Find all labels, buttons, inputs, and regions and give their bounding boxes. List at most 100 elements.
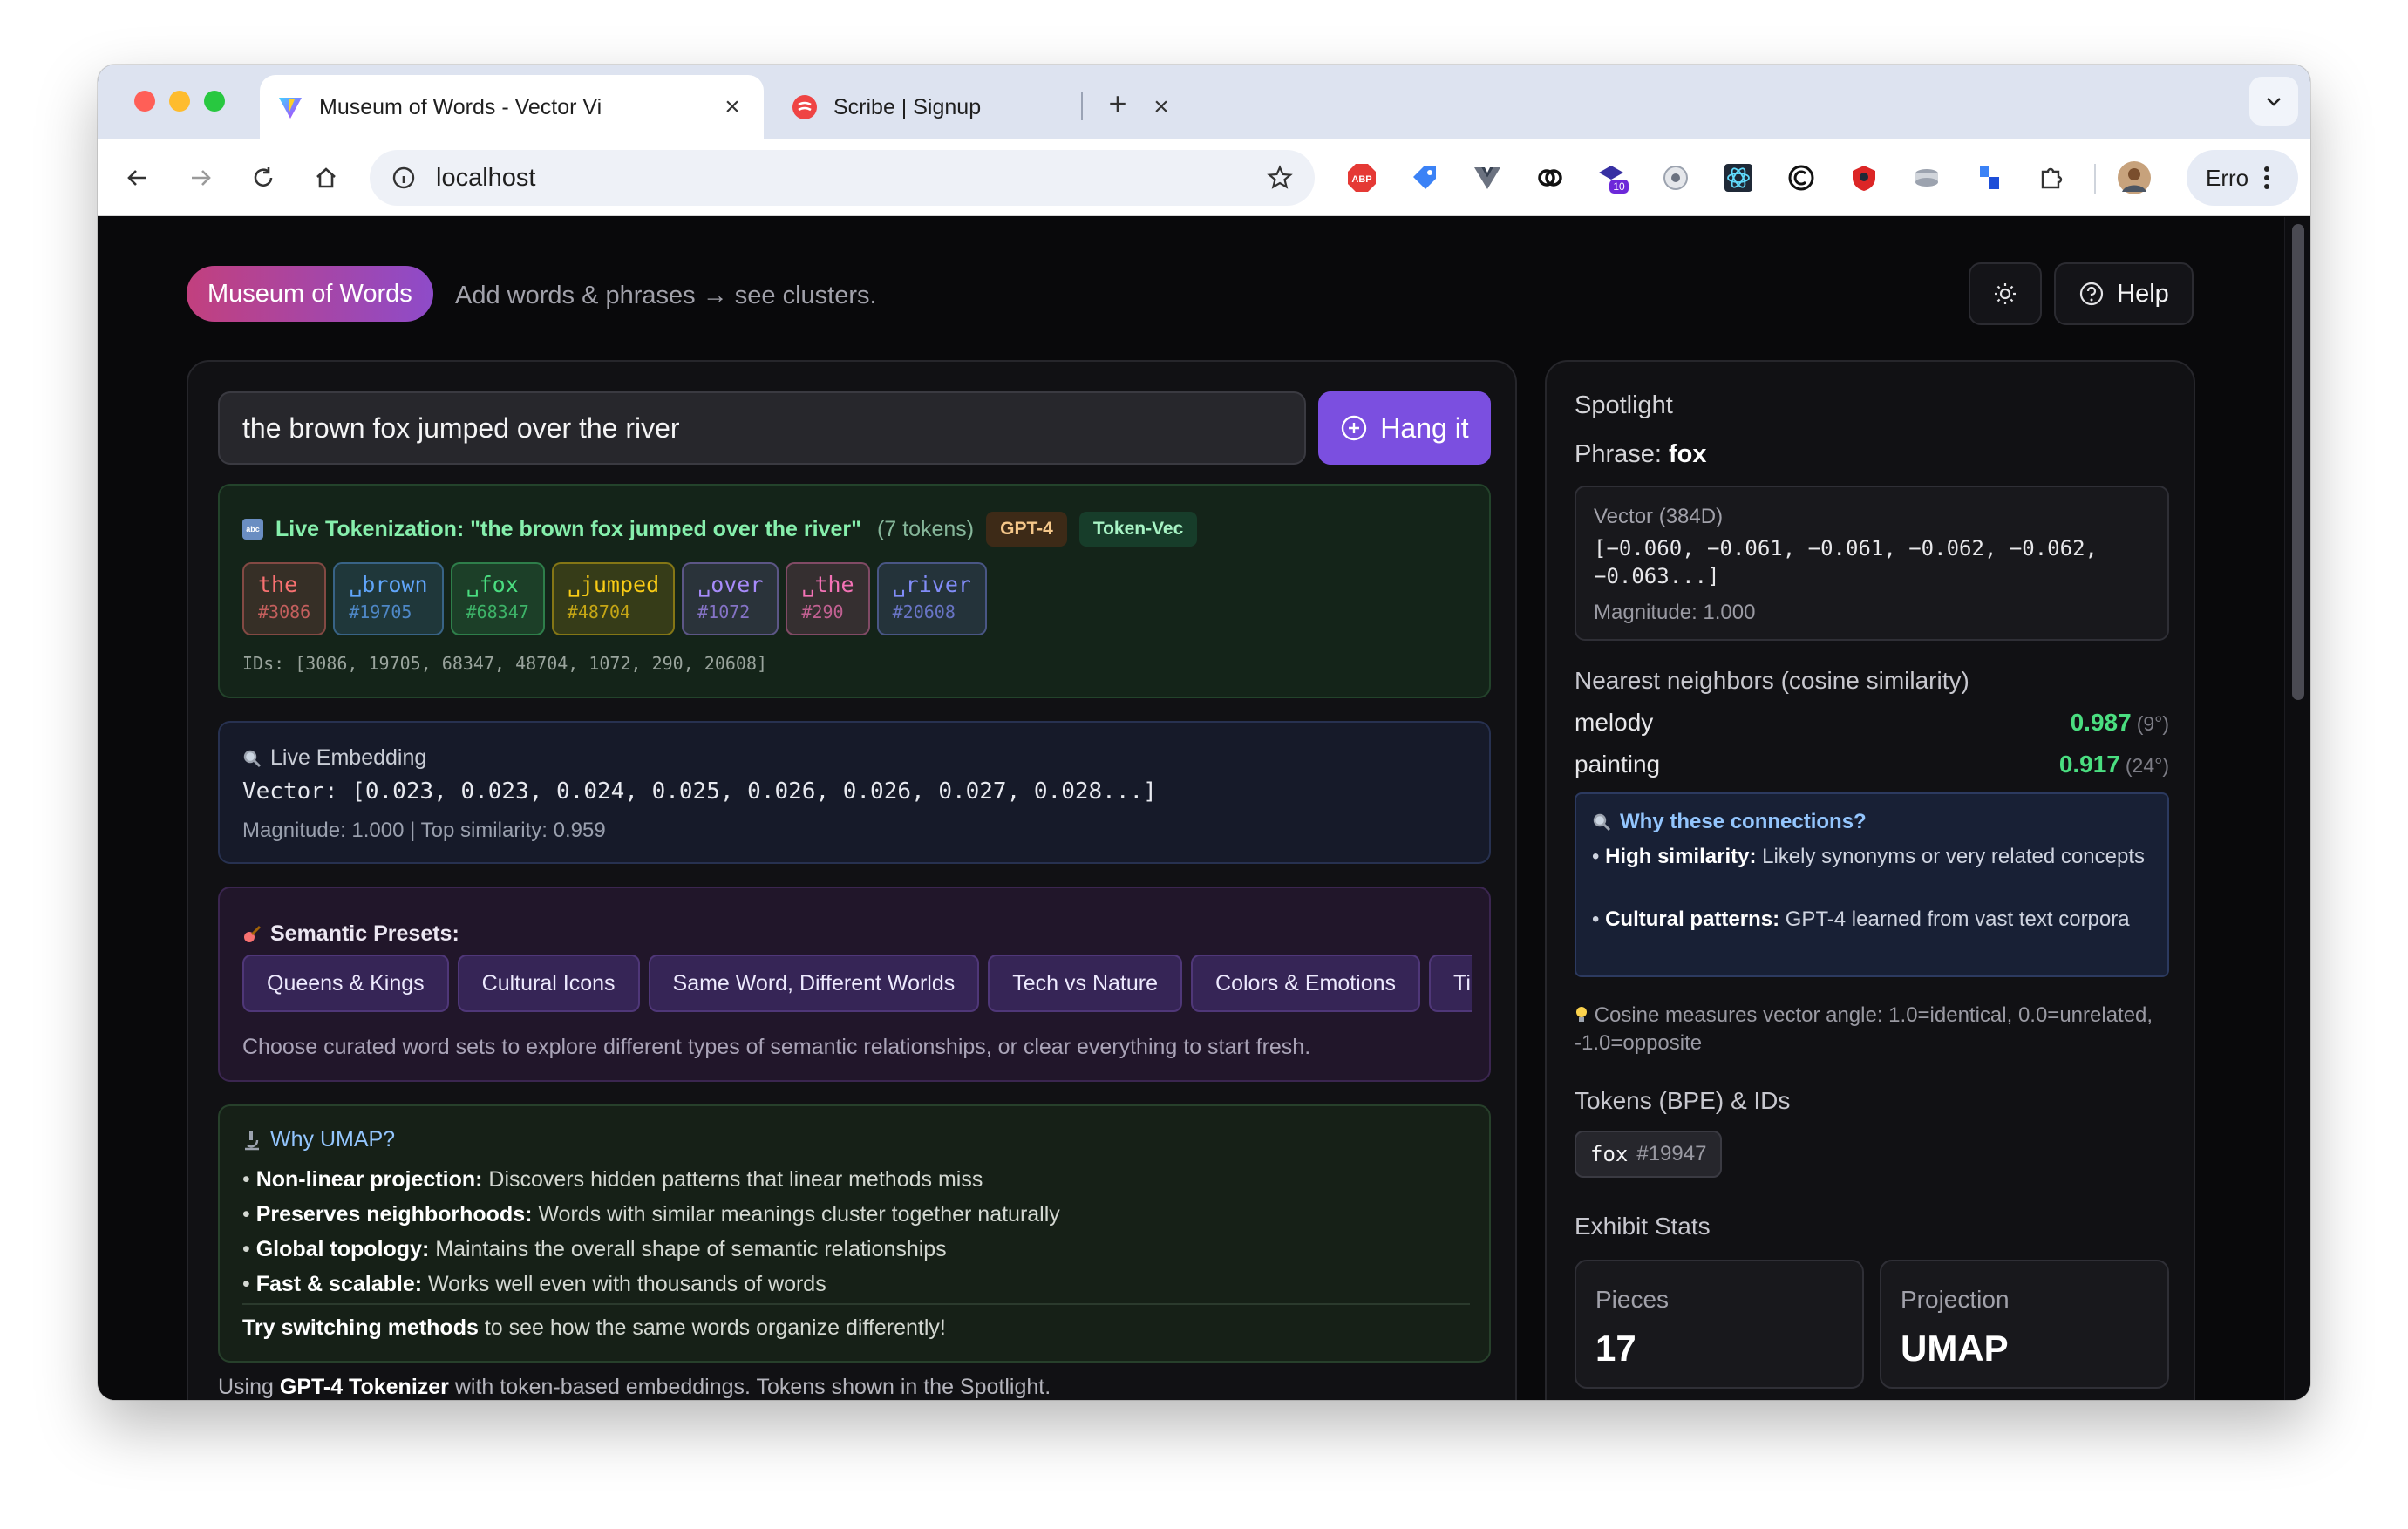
theme-toggle-button[interactable] xyxy=(1969,262,2042,325)
lightbulb-icon xyxy=(1576,1007,1587,1022)
clock-icon[interactable] xyxy=(1656,159,1695,197)
chevron-down-icon xyxy=(2267,98,2281,106)
magnifier-icon xyxy=(1593,813,1611,832)
minimize-window-button[interactable] xyxy=(169,91,190,112)
close-tab-icon[interactable]: × xyxy=(718,93,746,121)
tab-search-button[interactable] xyxy=(2249,77,2298,126)
help-circle-icon xyxy=(2080,282,2104,306)
arrow-left-icon xyxy=(127,170,146,186)
embedding-stats: Magnitude: 1.000 | Top similarity: 0.959 xyxy=(242,819,606,842)
page-scrollbar[interactable] xyxy=(2284,217,2310,1400)
neighbors-title: Nearest neighbors (cosine similarity) xyxy=(1575,667,1969,694)
site-info-icon[interactable] xyxy=(391,165,417,191)
reload-button[interactable] xyxy=(244,159,282,197)
back-button[interactable] xyxy=(119,159,157,197)
cosine-note: Cosine measures vector angle: 1.0=identi… xyxy=(1575,1003,2153,1055)
stat-label: Pieces xyxy=(1595,1286,1670,1313)
vector-label: Vector (384D) xyxy=(1594,505,1724,528)
vector-values: [−0.060, −0.061, −0.061, −0.062, −0.062,… xyxy=(1594,536,2098,588)
token-chip[interactable]: ␣jumped #48704 xyxy=(551,562,676,635)
tab-museum-of-words[interactable]: Museum of Words - Vector Vi × xyxy=(260,75,764,139)
tokenizer-footer-note: Using GPT-4 Tokenizer with token-based e… xyxy=(218,1375,1051,1399)
vue-icon[interactable] xyxy=(1468,159,1507,197)
preset-same-word-different-worlds[interactable]: Same Word, Different Worlds xyxy=(648,955,980,1012)
phrase-input[interactable]: the brown fox jumped over the river xyxy=(218,391,1306,465)
plus-circle-icon xyxy=(1342,415,1367,441)
address-bar[interactable]: localhost xyxy=(370,150,1315,206)
spotlight-token[interactable]: fox #19947 xyxy=(1575,1131,1723,1178)
list-item: • Preserves neighborhoods: Words with si… xyxy=(242,1202,1060,1227)
magnifier-icon xyxy=(243,750,262,767)
scrollbar-thumb[interactable] xyxy=(2292,224,2304,700)
url-text: localhost xyxy=(436,163,536,192)
help-label: Help xyxy=(2117,279,2169,308)
brand-pill[interactable]: Museum of Words xyxy=(187,266,433,322)
new-tab-button[interactable]: + xyxy=(1100,87,1135,122)
list-item: • Fast & scalable: Works well even with … xyxy=(242,1272,826,1296)
why-connections-box: Why these connections? • High similarity… xyxy=(1575,792,2169,977)
tab-title: Scribe | Signup xyxy=(833,94,982,119)
stat-label: Projection xyxy=(1901,1286,2010,1313)
profile-label: Erro xyxy=(2206,164,2249,191)
tokenizer-badge: GPT-4 xyxy=(986,512,1067,547)
app-page: Museum of Words Add words & phrases → se… xyxy=(98,217,2310,1400)
neighbor-score: 0.917 xyxy=(2058,751,2120,778)
maximize-window-button[interactable] xyxy=(204,91,225,112)
token-chip[interactable]: ␣the #290 xyxy=(786,562,870,635)
token-chip[interactable]: ␣fox #68347 xyxy=(450,562,545,635)
preset-cultural-icons[interactable]: Cultural Icons xyxy=(457,955,640,1012)
stat-value: 17 xyxy=(1595,1328,1636,1369)
avatar[interactable] xyxy=(2115,159,2153,197)
home-button[interactable] xyxy=(307,159,345,197)
neighbor-score: 0.987 xyxy=(2070,709,2132,736)
token-chip[interactable]: ␣brown #19705 xyxy=(333,562,444,635)
hang-it-label: Hang it xyxy=(1380,411,1469,444)
hat-icon[interactable]: 10 xyxy=(1594,159,1632,197)
spotlight-panel: Spotlight Phrase: fox Vector (384D) [−0.… xyxy=(1545,360,2195,1400)
link-icon[interactable] xyxy=(1531,159,1569,197)
more-vert-icon[interactable] xyxy=(2262,165,2271,191)
help-button[interactable]: Help xyxy=(2054,262,2194,325)
preset-truncated[interactable]: Tim xyxy=(1429,955,1472,1012)
copyright-icon[interactable] xyxy=(1782,159,1820,197)
token-chip[interactable]: ␣river #20608 xyxy=(876,562,987,635)
profile-button[interactable]: Erro xyxy=(2187,150,2298,206)
preset-queens-kings[interactable]: Queens & Kings xyxy=(242,955,449,1012)
browser-toolbar: localhost ABP 10 Erro xyxy=(98,139,2310,216)
semantic-presets-card: Semantic Presets: Queens & Kings Cultura… xyxy=(218,887,1491,1082)
live-tokenization-card: abc Live Tokenization: "the brown fox ju… xyxy=(218,484,1491,698)
stat-pieces: Pieces 17 xyxy=(1575,1260,1864,1389)
puzzle-icon[interactable] xyxy=(2033,159,2071,197)
react-icon[interactable] xyxy=(1719,159,1758,197)
neighbor-row[interactable]: painting 0.917 (24°) xyxy=(1575,751,2169,778)
close-window-button[interactable] xyxy=(134,91,155,112)
disk-icon[interactable] xyxy=(1908,159,1946,197)
adblock-icon[interactable]: ABP xyxy=(1343,159,1381,197)
token-chip[interactable]: ␣over #1072 xyxy=(682,562,779,635)
exhibit-stats-title: Exhibit Stats xyxy=(1575,1213,1711,1240)
presets-scroller[interactable]: Queens & Kings Cultural Icons Same Word,… xyxy=(242,955,1472,1016)
bookmark-star-icon[interactable] xyxy=(1266,164,1294,192)
preset-tech-vs-nature[interactable]: Tech vs Nature xyxy=(988,955,1183,1012)
embedding-vector: Vector: [0.023, 0.023, 0.024, 0.025, 0.0… xyxy=(242,778,1157,805)
preset-colors-emotions[interactable]: Colors & Emotions xyxy=(1191,955,1421,1012)
hang-it-button[interactable]: Hang it xyxy=(1318,391,1491,465)
home-icon xyxy=(316,167,336,188)
vite-icon xyxy=(279,98,302,119)
shield-icon[interactable] xyxy=(1845,159,1883,197)
token-chip[interactable]: the #3086 xyxy=(242,562,327,635)
forward-button[interactable] xyxy=(181,159,220,197)
neighbor-row[interactable]: melody 0.987 (9°) xyxy=(1575,709,2169,737)
blocks-icon[interactable] xyxy=(1970,159,2009,197)
tag-icon[interactable] xyxy=(1405,159,1444,197)
why-point: • High similarity: Likely synonyms or ve… xyxy=(1592,845,2145,868)
close-tab-icon[interactable]: × xyxy=(1147,93,1175,121)
token-ids-line: IDs: [3086, 19705, 68347, 48704, 1072, 2… xyxy=(242,653,768,674)
sun-icon xyxy=(1995,283,2016,304)
embedding-mode-badge: Token-Vec xyxy=(1078,512,1198,547)
umap-try-note: Try switching methods to see how the sam… xyxy=(242,1315,946,1340)
vector-magnitude: Magnitude: 1.000 xyxy=(1594,601,1756,624)
svg-text:10: 10 xyxy=(1613,180,1625,193)
toolbar-divider xyxy=(2094,164,2096,194)
abc-icon: abc xyxy=(242,519,263,540)
